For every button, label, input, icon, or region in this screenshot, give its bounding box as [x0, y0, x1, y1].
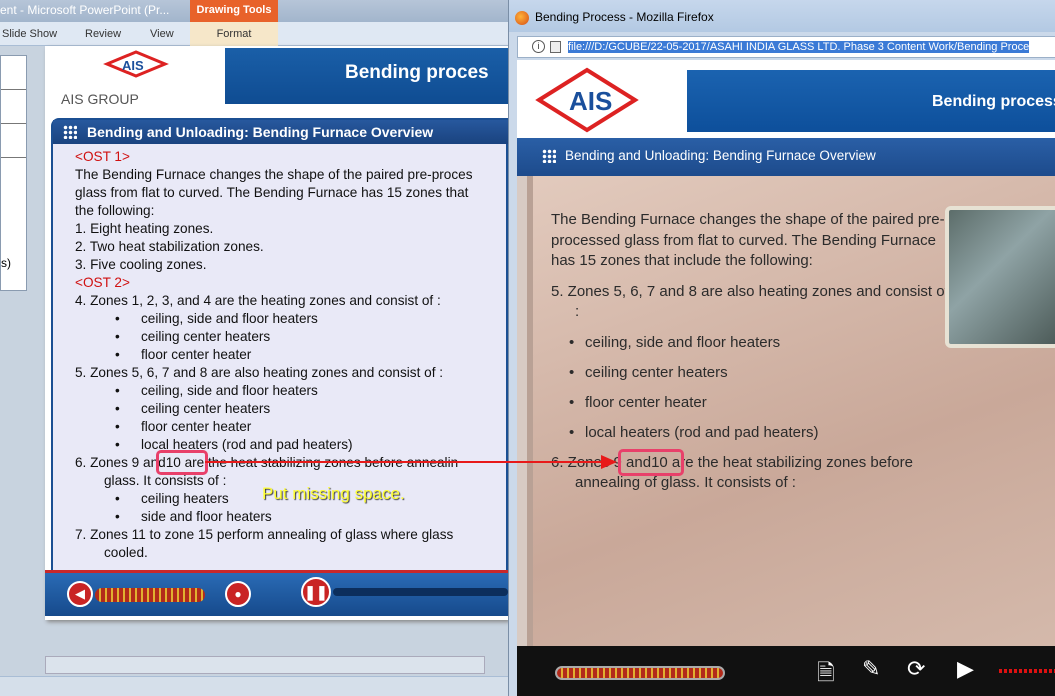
volume-slider[interactable]: [95, 588, 205, 602]
list-item: 4. Zones 1, 2, 3, and 4 are the heating …: [75, 293, 441, 308]
grid-icon: [542, 149, 556, 163]
bullet-item: floor center heater: [75, 418, 507, 436]
firefox-icon: [515, 11, 529, 25]
pause-icon[interactable]: ❚❚: [301, 577, 331, 607]
outline-text-fragment: s): [1, 256, 11, 270]
svg-text:AIS GROUP: AIS GROUP: [61, 91, 139, 104]
firefox-page: AIS Bending process Bending and Unloadin…: [517, 60, 1055, 696]
tab-slide-show[interactable]: Slide Show: [2, 28, 57, 40]
bullet-item: ceiling center heaters: [75, 328, 507, 346]
ais-logo: AIS AIS GROUP: [47, 48, 225, 107]
intro-paragraph: The Bending Furnace changes the shape of…: [551, 211, 945, 269]
list-item: 7. Zones 11 to zone 15 perform annealing…: [75, 527, 454, 542]
bullet-item: ceiling, side and floor heaters: [75, 310, 507, 328]
text-line: the following:: [75, 203, 155, 218]
bullet-item: side and floor heaters: [75, 508, 507, 526]
ost-marker: <OST 1>: [75, 149, 130, 164]
ppt-horizontal-scrollbar[interactable]: [45, 656, 485, 674]
progress-bar[interactable]: [333, 588, 508, 596]
play-next-icon[interactable]: ▶: [957, 656, 974, 682]
svg-text:AIS: AIS: [122, 58, 144, 73]
course-player-controls: 🗎 ✎ ⟳ ▶: [517, 646, 1055, 696]
slide-content-panel[interactable]: Bending and Unloading: Bending Furnace O…: [51, 118, 510, 578]
text-line: glass from flat to curved. The Bending F…: [75, 185, 469, 200]
ais-logo: AIS: [525, 64, 655, 136]
bullet-item: floor center heater: [75, 346, 507, 364]
svg-text:AIS: AIS: [569, 86, 612, 116]
panel-title-text: Bending and Unloading: Bending Furnace O…: [87, 124, 434, 140]
chat-bubble-icon[interactable]: ●: [225, 581, 251, 607]
arrow-connector: [205, 455, 617, 469]
list-item: 3. Five cooling zones.: [75, 257, 207, 272]
url-text[interactable]: file:///D:/GCUBE/22-05-2017/ASAHI INDIA …: [568, 41, 1030, 53]
annotation-note: Put missing space.: [262, 484, 405, 503]
bullet-item: ceiling, side and floor heaters: [551, 333, 951, 354]
url-bar[interactable]: i file:///D:/GCUBE/22-05-2017/ASAHI INDI…: [517, 36, 1055, 58]
info-icon[interactable]: i: [532, 40, 545, 53]
text-line: The Bending Furnace changes the shape of…: [75, 167, 473, 182]
list-item: 1. Eight heating zones.: [75, 221, 214, 236]
ais-logo-graphic: AIS: [535, 67, 639, 133]
bullet-item: floor center heater: [551, 393, 951, 414]
firefox-window-title: Bending Process - Mozilla Firefox: [535, 10, 714, 24]
furnace-photo: [945, 206, 1055, 348]
course-content: The Bending Furnace changes the shape of…: [527, 176, 1055, 646]
highlight-box-ppt: [156, 450, 208, 475]
firefox-title-bar: Bending Process - Mozilla Firefox: [509, 0, 1055, 32]
bullet-item: local heaters (rod and pad heaters): [551, 423, 951, 444]
slide-canvas[interactable]: AIS AIS GROUP Bending proces Bending and…: [45, 46, 510, 620]
ppt-status-bar: [0, 676, 508, 696]
ppt-ribbon-tabs: Slide Show Review View Format: [0, 22, 508, 46]
page-icon: [550, 41, 561, 53]
slide-header: AIS AIS GROUP Bending proces: [45, 46, 508, 107]
bullet-item: ceiling, side and floor heaters: [75, 382, 507, 400]
list-item: 2. Two heat stabilization zones.: [75, 239, 264, 254]
ais-logo-graphic: AIS AIS GROUP: [61, 50, 169, 107]
replay-icon[interactable]: ⟳: [907, 656, 925, 682]
tab-view[interactable]: View: [150, 28, 174, 40]
ppt-outline-pane[interactable]: s): [0, 55, 27, 291]
bullet-item: ceiling center heaters: [551, 363, 951, 384]
list-item: 5. Zones 5, 6, 7 and 8 are also heating …: [75, 365, 444, 380]
ost-marker: <OST 2>: [75, 275, 130, 290]
text-line: cooled.: [104, 545, 148, 560]
tab-review[interactable]: Review: [85, 28, 121, 40]
slide-player-controls: ◀ ● ❚❚: [45, 570, 508, 616]
ppt-window-title: ent - Microsoft PowerPoint (Pr...: [0, 3, 170, 17]
course-subtitle-bar: Bending and Unloading: Bending Furnace O…: [517, 138, 1055, 176]
course-header: AIS Bending process: [517, 60, 1055, 138]
course-banner-title: Bending process: [687, 70, 1055, 132]
pencil-icon[interactable]: ✎: [862, 656, 880, 682]
list-item-5: 5. Zones 5, 6, 7 and 8 are also heating …: [551, 282, 949, 321]
ppt-title-bar: ent - Microsoft PowerPoint (Pr... Drawin…: [0, 0, 508, 22]
grid-icon: [63, 125, 77, 139]
slide-banner-title: Bending proces: [225, 48, 508, 104]
notes-icon[interactable]: 🗎: [817, 656, 835, 694]
bullet-item: ceiling center heaters: [75, 400, 507, 418]
drawing-tools-label: Drawing Tools: [190, 0, 278, 22]
tab-format[interactable]: Format: [190, 22, 278, 46]
subtitle-text: Bending and Unloading: Bending Furnace O…: [565, 148, 876, 163]
speaker-icon[interactable]: ◀: [67, 581, 93, 607]
firefox-window: Bending Process - Mozilla Firefox i file…: [508, 0, 1055, 696]
highlight-box-firefox: [618, 449, 684, 476]
slide-panel-title: Bending and Unloading: Bending Furnace O…: [53, 120, 510, 144]
progress-indicator: [999, 669, 1055, 673]
volume-slider[interactable]: [555, 666, 725, 680]
